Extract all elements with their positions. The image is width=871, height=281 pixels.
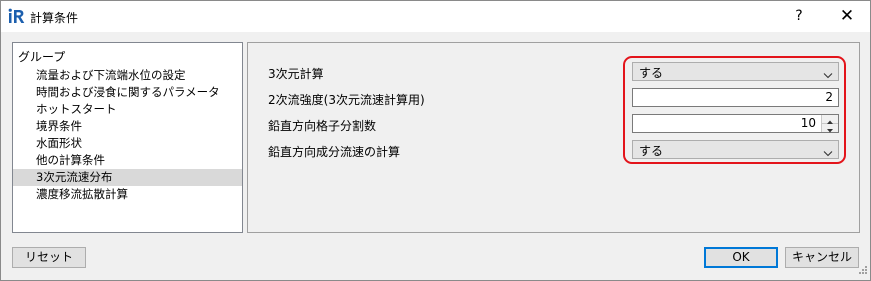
window-title: 計算条件 xyxy=(30,11,79,25)
group-item-hot-start[interactable]: ホットスタート xyxy=(13,101,242,118)
vertical-grid-spinbox[interactable]: 10 xyxy=(632,114,839,133)
cancel-button[interactable]: キャンセル xyxy=(785,247,859,268)
vertical-velocity-value: する xyxy=(639,144,664,158)
spin-up-icon[interactable] xyxy=(822,115,838,124)
group-list-header: グループ xyxy=(18,50,66,64)
ok-button[interactable]: OK xyxy=(704,247,778,268)
vertical-grid-label: 鉛直方向格子分割数 xyxy=(268,119,377,133)
secondary-flow-input[interactable]: 2 xyxy=(632,88,839,107)
title-bar[interactable]: 計算条件 ? ✕ xyxy=(1,1,870,32)
settings-panel: 3次元計算 する 2次流強度(3次元流速計算用) 2 鉛直方向格子分割数 10 … xyxy=(247,42,860,233)
calc3d-label: 3次元計算 xyxy=(268,67,324,81)
group-item-3d-velocity[interactable]: 3次元流速分布 xyxy=(13,169,242,186)
resize-grip-icon[interactable] xyxy=(858,264,868,278)
chevron-down-icon xyxy=(823,146,833,160)
group-tree: 流量および下流端水位の設定 時間および浸食に関するパラメータ ホットスタート 境… xyxy=(13,67,242,203)
group-item-other-conditions[interactable]: 他の計算条件 xyxy=(13,152,242,169)
vertical-velocity-label: 鉛直方向成分流速の計算 xyxy=(268,145,401,159)
vertical-velocity-select[interactable]: する xyxy=(632,140,839,159)
secondary-flow-label: 2次流強度(3次元流速計算用) xyxy=(268,93,425,107)
group-list[interactable]: グループ 流量および下流端水位の設定 時間および浸食に関するパラメータ ホットス… xyxy=(12,42,243,233)
vertical-grid-value: 10 xyxy=(800,116,816,130)
help-button[interactable]: ? xyxy=(776,1,822,32)
spin-buttons xyxy=(821,115,838,133)
dialog-window: 計算条件 ? ✕ グループ 流量および下流端水位の設定 時間および浸食に関するパ… xyxy=(0,0,871,281)
group-item-boundary[interactable]: 境界条件 xyxy=(13,118,242,135)
calc3d-select[interactable]: する xyxy=(632,62,839,81)
calc3d-value: する xyxy=(639,66,664,80)
spin-down-icon[interactable] xyxy=(822,124,838,133)
reset-button[interactable]: リセット xyxy=(12,247,86,268)
iric-logo-icon xyxy=(8,8,26,24)
chevron-down-icon xyxy=(823,68,833,82)
secondary-flow-value: 2 xyxy=(825,90,833,104)
group-item-advection-diffusion[interactable]: 濃度移流拡散計算 xyxy=(13,186,242,203)
close-button[interactable]: ✕ xyxy=(824,1,870,32)
group-item-time-erosion[interactable]: 時間および浸食に関するパラメータ xyxy=(13,84,242,101)
group-item-water-surface[interactable]: 水面形状 xyxy=(13,135,242,152)
group-item-flow-discharge[interactable]: 流量および下流端水位の設定 xyxy=(13,67,242,84)
